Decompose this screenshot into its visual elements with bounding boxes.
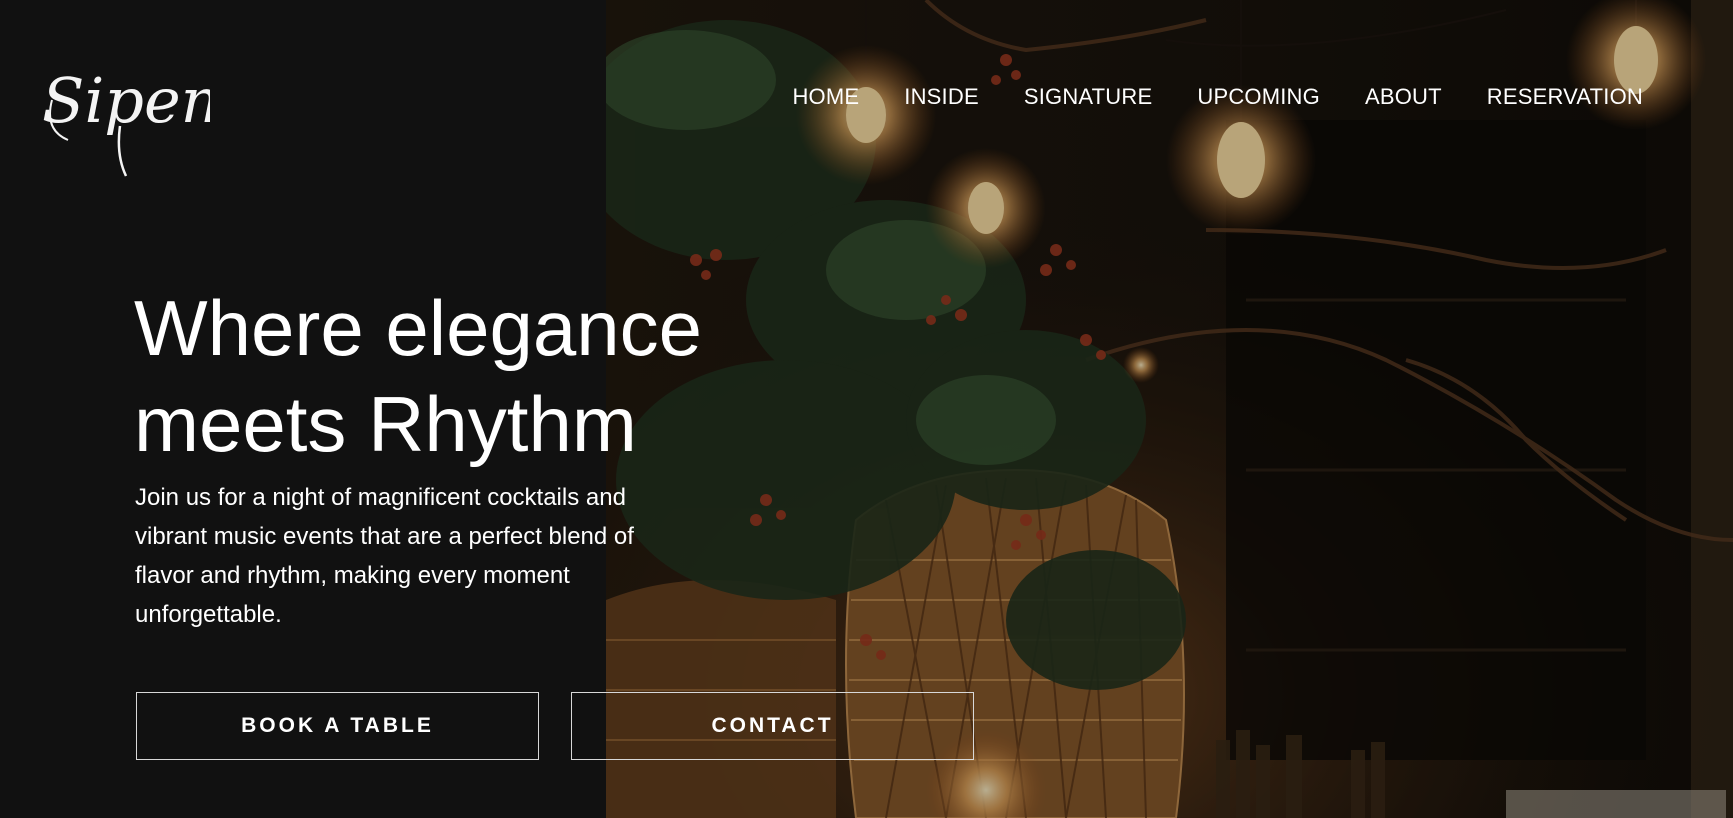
hero-headline: Where elegance meets Rhythm [134, 280, 834, 472]
sipem-script-logo-icon: Sipem [42, 64, 210, 177]
contact-button[interactable]: CONTACT [571, 692, 974, 760]
nav-home[interactable]: HOME [792, 84, 859, 110]
hero-description: Join us for a night of magnificent cockt… [135, 484, 634, 628]
nav-about[interactable]: ABOUT [1365, 84, 1442, 110]
hero-headline-line1: Where elegance [134, 284, 703, 372]
hero-headline-line2: meets Rhythm [134, 380, 637, 468]
main-nav: HOME INSIDE SIGNATURE UPCOMING ABOUT RES… [792, 84, 1643, 110]
nav-upcoming[interactable]: UPCOMING [1197, 84, 1320, 110]
site-logo[interactable]: Sipem [38, 40, 210, 180]
logo-text: Sipem [42, 64, 210, 137]
nav-signature[interactable]: SIGNATURE [1024, 84, 1153, 110]
nav-reservation[interactable]: RESERVATION [1487, 84, 1643, 110]
book-a-table-button[interactable]: BOOK A TABLE [136, 692, 539, 760]
nav-inside[interactable]: INSIDE [904, 84, 979, 110]
